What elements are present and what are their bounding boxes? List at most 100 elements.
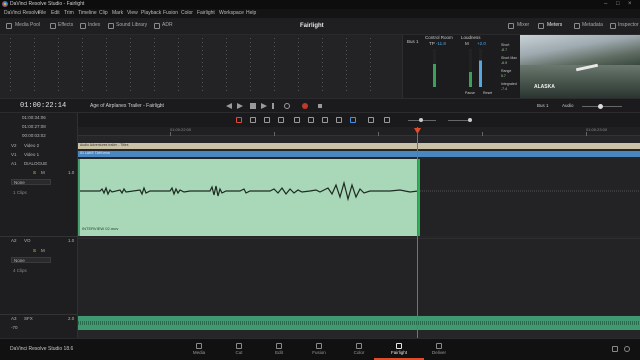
stat-label: Short Max — [501, 56, 517, 60]
page-title: Fairlight — [300, 23, 324, 29]
reset-button[interactable]: Reset — [483, 91, 492, 96]
sfx-clip[interactable] — [78, 316, 640, 330]
settings-icon[interactable] — [624, 346, 630, 352]
solo-button[interactable]: S — [33, 248, 36, 254]
zoom-slider-handle[interactable] — [419, 118, 423, 122]
rewind-icon[interactable] — [226, 103, 232, 109]
track-name[interactable]: VO — [24, 238, 31, 244]
menu-file[interactable]: File — [38, 11, 46, 16]
timecode-display: 01:00:22:14 — [20, 102, 67, 110]
track-gain: 2.0 — [68, 316, 75, 321]
marker-icon[interactable] — [368, 117, 374, 123]
menu-mark[interactable]: Mark — [112, 11, 123, 16]
menu-color[interactable]: Color — [181, 11, 193, 16]
snap-icon[interactable] — [318, 104, 322, 108]
record-icon[interactable] — [302, 103, 308, 109]
inspector-button[interactable]: Inspector — [618, 23, 639, 28]
chevron-down-icon[interactable]: ⌄ — [158, 104, 162, 109]
meters-button[interactable]: Meters — [547, 23, 562, 28]
snap-icon[interactable] — [322, 117, 328, 123]
control-room-label: Control Room — [425, 35, 453, 40]
volume-slider-handle[interactable] — [598, 104, 603, 109]
adr-icon — [154, 23, 160, 29]
range-tool-icon[interactable] — [250, 117, 256, 123]
loop-icon[interactable] — [284, 103, 290, 109]
menu-trim[interactable]: Trim — [64, 11, 74, 16]
track-name[interactable]: Video 2 — [24, 143, 39, 149]
edit-tool-icon[interactable] — [264, 117, 270, 123]
sound-library-button[interactable]: Sound Library — [116, 23, 147, 28]
menu-bar: DaVinci Resolve File Edit Trim Timeline … — [0, 9, 640, 18]
metadata-button[interactable]: Metadata — [582, 23, 603, 28]
menu-resolve[interactable]: DaVinci Resolve — [4, 11, 41, 16]
bus-selector[interactable]: Bus 1 — [537, 103, 549, 109]
home-icon[interactable] — [612, 346, 618, 352]
control-room-meter — [433, 49, 436, 87]
image-icon[interactable] — [336, 117, 342, 123]
selection-tool-icon[interactable] — [236, 117, 242, 123]
track-name[interactable]: DIALOGUE — [24, 161, 47, 167]
video-clip[interactable]: 01 LAKE TAHI.mov — [78, 151, 640, 157]
maximize-icon[interactable]: □ — [616, 1, 620, 7]
menu-playback[interactable]: Playback — [141, 11, 161, 16]
pencil-icon[interactable] — [278, 117, 284, 123]
viewer-thumbnail: ALASKA — [520, 35, 640, 98]
menu-help[interactable]: Help — [246, 11, 256, 16]
brand-label: DaVinci Resolve Studio 18.6 — [10, 346, 74, 352]
tab-label: Media — [192, 350, 206, 355]
menu-edit[interactable]: Edit — [51, 11, 60, 16]
tab-deliver[interactable]: Deliver — [414, 342, 464, 360]
input-select[interactable]: None — [11, 179, 51, 185]
razor-icon[interactable] — [294, 117, 300, 123]
adr-button[interactable]: ADR — [162, 23, 173, 28]
track-name[interactable]: Video 1 — [24, 152, 39, 158]
menu-workspace[interactable]: Workspace — [219, 11, 244, 16]
menu-fusion[interactable]: Fusion — [163, 11, 178, 16]
meter-column — [178, 38, 179, 94]
menu-timeline[interactable]: Timeline — [78, 11, 97, 16]
solo-button[interactable]: S — [33, 170, 36, 176]
link-icon[interactable] — [308, 117, 314, 123]
timeline-name[interactable]: Age of Airplanes Trailer - Fairlight — [90, 104, 164, 109]
waveform-zoom-icon[interactable] — [384, 117, 390, 123]
mute-button[interactable]: M — [41, 170, 45, 176]
minimize-icon[interactable]: – — [604, 1, 607, 7]
tab-label: Fusion — [312, 350, 326, 355]
fast-forward-icon[interactable] — [237, 103, 243, 109]
audio-clip[interactable]: INTERVIEW 02.mov — [78, 159, 418, 236]
tp-value: -11.8 — [436, 41, 446, 46]
audio-selector[interactable]: Audio — [562, 103, 574, 109]
meter-column — [106, 38, 107, 94]
meter-column — [322, 38, 323, 94]
loudness-meter — [479, 49, 482, 87]
clip-edge-handle[interactable] — [418, 159, 420, 236]
mute-button[interactable]: M — [41, 248, 45, 254]
track-headers: 01:00:34:06 01:00:27:08 00:00:03:02 V2 V… — [0, 113, 78, 338]
play-icon[interactable] — [261, 103, 267, 109]
track-name[interactable]: SFX — [24, 316, 33, 322]
playhead[interactable] — [417, 127, 418, 338]
skip-end-icon[interactable] — [272, 103, 274, 109]
pause-button[interactable]: Pause — [465, 91, 475, 96]
mixer-button[interactable]: Mixer — [517, 23, 529, 28]
index-button[interactable]: Index — [88, 23, 100, 28]
input-select[interactable]: None — [11, 257, 51, 263]
zoom-slider-handle[interactable] — [468, 118, 472, 122]
flag-icon[interactable] — [350, 117, 356, 123]
meter-column — [34, 38, 35, 94]
menu-fairlight[interactable]: Fairlight — [197, 11, 215, 16]
timeline-ruler[interactable]: 01:00:22:00 01:00:23:00 — [78, 127, 640, 136]
title-clip[interactable]: Audio Adventures trailer - Titles — [78, 143, 640, 149]
waveform — [78, 321, 640, 325]
meter-column — [154, 38, 155, 94]
stop-icon[interactable] — [250, 103, 256, 109]
waveform — [80, 180, 418, 202]
media-pool-button[interactable]: Media Pool — [15, 23, 40, 28]
effects-button[interactable]: Effects — [58, 23, 73, 28]
tab-label: Color — [353, 350, 365, 355]
input-select-value: None — [14, 180, 25, 185]
cut-icon — [236, 343, 242, 349]
menu-view[interactable]: View — [127, 11, 138, 16]
menu-clip[interactable]: Clip — [99, 11, 108, 16]
close-icon[interactable]: × — [628, 1, 632, 7]
